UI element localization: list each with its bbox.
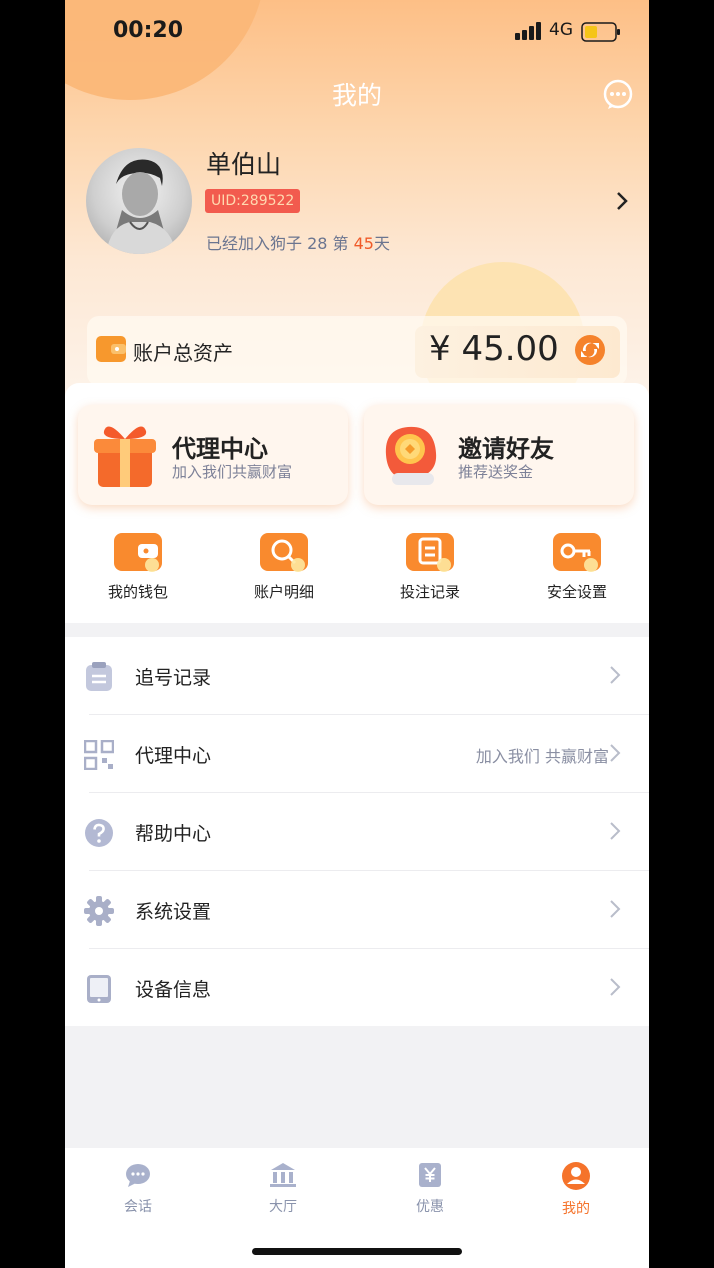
page-title: 我的	[331, 81, 382, 110]
menu-item-label: 追号记录	[135, 667, 212, 689]
join-days: 45	[353, 234, 374, 253]
asset-label: 账户总资产	[133, 341, 233, 365]
bank-icon	[270, 1163, 296, 1187]
key-icon	[553, 533, 601, 572]
tablet-icon	[87, 975, 111, 1003]
hand-coin-icon	[385, 426, 437, 485]
chevron-right-icon	[610, 822, 621, 840]
menu-item-label: 代理中心	[135, 745, 212, 767]
join-suffix: 天	[373, 234, 390, 253]
help-icon	[85, 819, 113, 847]
search-folder-icon	[260, 533, 308, 572]
join-prefix: 已经加入狗子 28 第	[206, 234, 354, 253]
wallet-icon	[96, 336, 126, 362]
quick-account-detail-label: 账户明细	[253, 583, 314, 601]
menu-item-label: 帮助中心	[135, 823, 212, 845]
qr-code-icon	[84, 740, 114, 770]
chevron-right-icon[interactable]	[615, 190, 629, 212]
promo-agent-title: 代理中心	[172, 435, 268, 463]
battery-icon	[581, 22, 620, 42]
menu-item-label: 系统设置	[135, 901, 212, 923]
menu-list: 追号记录 代理中心 加入我们 共赢财富 帮助中心 系统设置 设备信息	[65, 637, 649, 1026]
menu-item-label: 设备信息	[135, 979, 212, 1001]
avatar-portrait	[106, 159, 176, 254]
menu-item-chase-record[interactable]: 追号记录	[86, 637, 649, 715]
tab-label: 大厅	[269, 1199, 297, 1215]
coupon-icon	[419, 1163, 441, 1187]
avatar[interactable]	[86, 148, 192, 254]
menu-item-device-info[interactable]: 设备信息	[87, 949, 649, 1026]
chevron-right-icon	[610, 978, 621, 996]
tab-label: 会话	[124, 1199, 152, 1215]
user-icon	[562, 1162, 590, 1190]
quick-security[interactable]: 安全设置	[527, 527, 627, 602]
chevron-right-icon	[610, 900, 621, 918]
chat-bubble-icon[interactable]	[602, 78, 634, 110]
promo-agent-center[interactable]: 代理中心 加入我们共赢财富	[78, 405, 348, 505]
tab-label: 优惠	[416, 1199, 444, 1215]
gift-box-icon	[94, 426, 156, 487]
tab-label: 我的	[562, 1201, 590, 1217]
tab-mine[interactable]: 我的	[531, 1162, 621, 1218]
wallet-icon	[114, 533, 162, 572]
quick-wallet[interactable]: 我的钱包	[88, 527, 188, 602]
network-type: 4G	[549, 20, 573, 40]
quick-bet-record[interactable]: 投注记录	[380, 527, 480, 602]
quick-account-detail[interactable]: 账户明细	[234, 527, 334, 602]
quick-bet-record-label: 投注记录	[399, 583, 460, 601]
tab-hall[interactable]: 大厅	[238, 1162, 328, 1216]
username: 单伯山	[206, 150, 282, 179]
promo-invite-title: 邀请好友	[458, 435, 554, 463]
chevron-right-icon	[610, 666, 621, 684]
gear-icon	[84, 896, 114, 926]
promo-agent-subtitle: 加入我们共赢财富	[172, 463, 293, 481]
promo-invite-friends[interactable]: 邀请好友 推荐送奖金	[364, 405, 634, 505]
record-icon	[406, 533, 454, 572]
menu-item-help-center[interactable]: 帮助中心	[85, 793, 649, 871]
menu-item-extra: 加入我们 共赢财富	[475, 747, 609, 766]
menu-item-agent-center[interactable]: 代理中心 加入我们 共赢财富	[84, 715, 649, 793]
promo-invite-subtitle: 推荐送奖金	[458, 463, 534, 481]
signal-icon	[515, 22, 541, 40]
quick-security-label: 安全设置	[546, 583, 607, 601]
phone-screen: 00:20 4G 我的 单伯山 UID:289522 已经加入狗子 28 第 4…	[65, 0, 649, 1268]
asset-card[interactable]: 账户总资产 ¥ 45.00	[87, 316, 627, 386]
refresh-icon[interactable]	[574, 334, 606, 366]
asset-value: ¥ 45.00	[429, 329, 559, 369]
chat-icon	[126, 1164, 150, 1187]
clipboard-icon	[86, 662, 112, 691]
uid-badge: UID:289522	[205, 189, 301, 213]
tab-promotions[interactable]: 优惠	[385, 1162, 475, 1216]
chevron-right-icon	[610, 744, 621, 762]
home-indicator	[252, 1248, 462, 1255]
tab-chat[interactable]: 会话	[93, 1162, 183, 1216]
status-time: 00:20	[113, 18, 184, 43]
join-info: 已经加入狗子 28 第 45天	[206, 230, 390, 254]
quick-wallet-label: 我的钱包	[107, 583, 168, 601]
menu-item-system-settings[interactable]: 系统设置	[84, 871, 649, 949]
